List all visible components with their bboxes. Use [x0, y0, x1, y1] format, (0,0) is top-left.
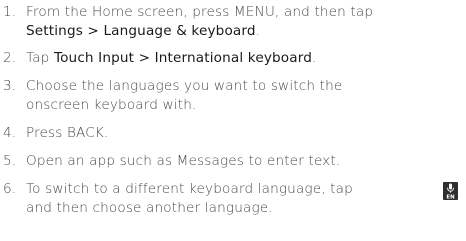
step-text-run: .	[312, 50, 317, 66]
step-line: Settings > Language & keyboard.	[26, 22, 466, 41]
step-text: From the Home screen, press MENU, and th…	[26, 3, 466, 41]
step-text-run: From the Home screen, press MENU, and th…	[26, 4, 374, 20]
step-number: 2.	[3, 50, 17, 66]
menu-path: Touch Input > International keyboard	[53, 50, 313, 66]
step-line: From the Home screen, press MENU, and th…	[26, 3, 466, 22]
step-text-run: Choose the languages you want to switch …	[26, 78, 343, 94]
step-text: Press BACK.	[26, 124, 466, 143]
step-line: Open an app such as Messages to enter te…	[26, 152, 466, 171]
mic-glyph: EN	[446, 183, 455, 200]
step-number: 6.	[3, 181, 17, 197]
step-text-run: and then choose another language.	[26, 200, 273, 216]
mic-en-key-icon: EN	[443, 182, 458, 200]
step-number: 5.	[3, 153, 17, 169]
step-number: 3.	[3, 78, 17, 94]
icon-label: EN	[446, 194, 455, 200]
step-line: To switch to a different keyboard langua…	[26, 180, 466, 199]
menu-path: Settings > Language & keyboard	[26, 23, 256, 39]
step-line: Tap Touch Input > International keyboard…	[26, 49, 466, 68]
step-line: and then choose another language.	[26, 199, 466, 218]
step-line: onscreen keyboard with.	[26, 96, 466, 115]
step-text: Tap Touch Input > International keyboard…	[26, 49, 466, 68]
step-line: Press BACK.	[26, 124, 466, 143]
step-text-run: .	[255, 23, 261, 39]
step-text-run: Tap	[26, 50, 54, 66]
step-text: Open an app such as Messages to enter te…	[26, 152, 466, 171]
step-line: Choose the languages you want to switch …	[26, 77, 466, 96]
step-number: 1.	[3, 4, 17, 20]
step-text: Choose the languages you want to switch …	[26, 77, 466, 115]
step-text-run: onscreen keyboard with.	[26, 97, 197, 113]
step-text-run: Open an app such as Messages to enter te…	[26, 153, 341, 169]
step-text: To switch to a different keyboard langua…	[26, 180, 466, 218]
step-text-run: To switch to a different keyboard langua…	[26, 181, 353, 197]
step-number: 4.	[3, 125, 17, 141]
step-text-run: Press BACK.	[26, 125, 109, 141]
